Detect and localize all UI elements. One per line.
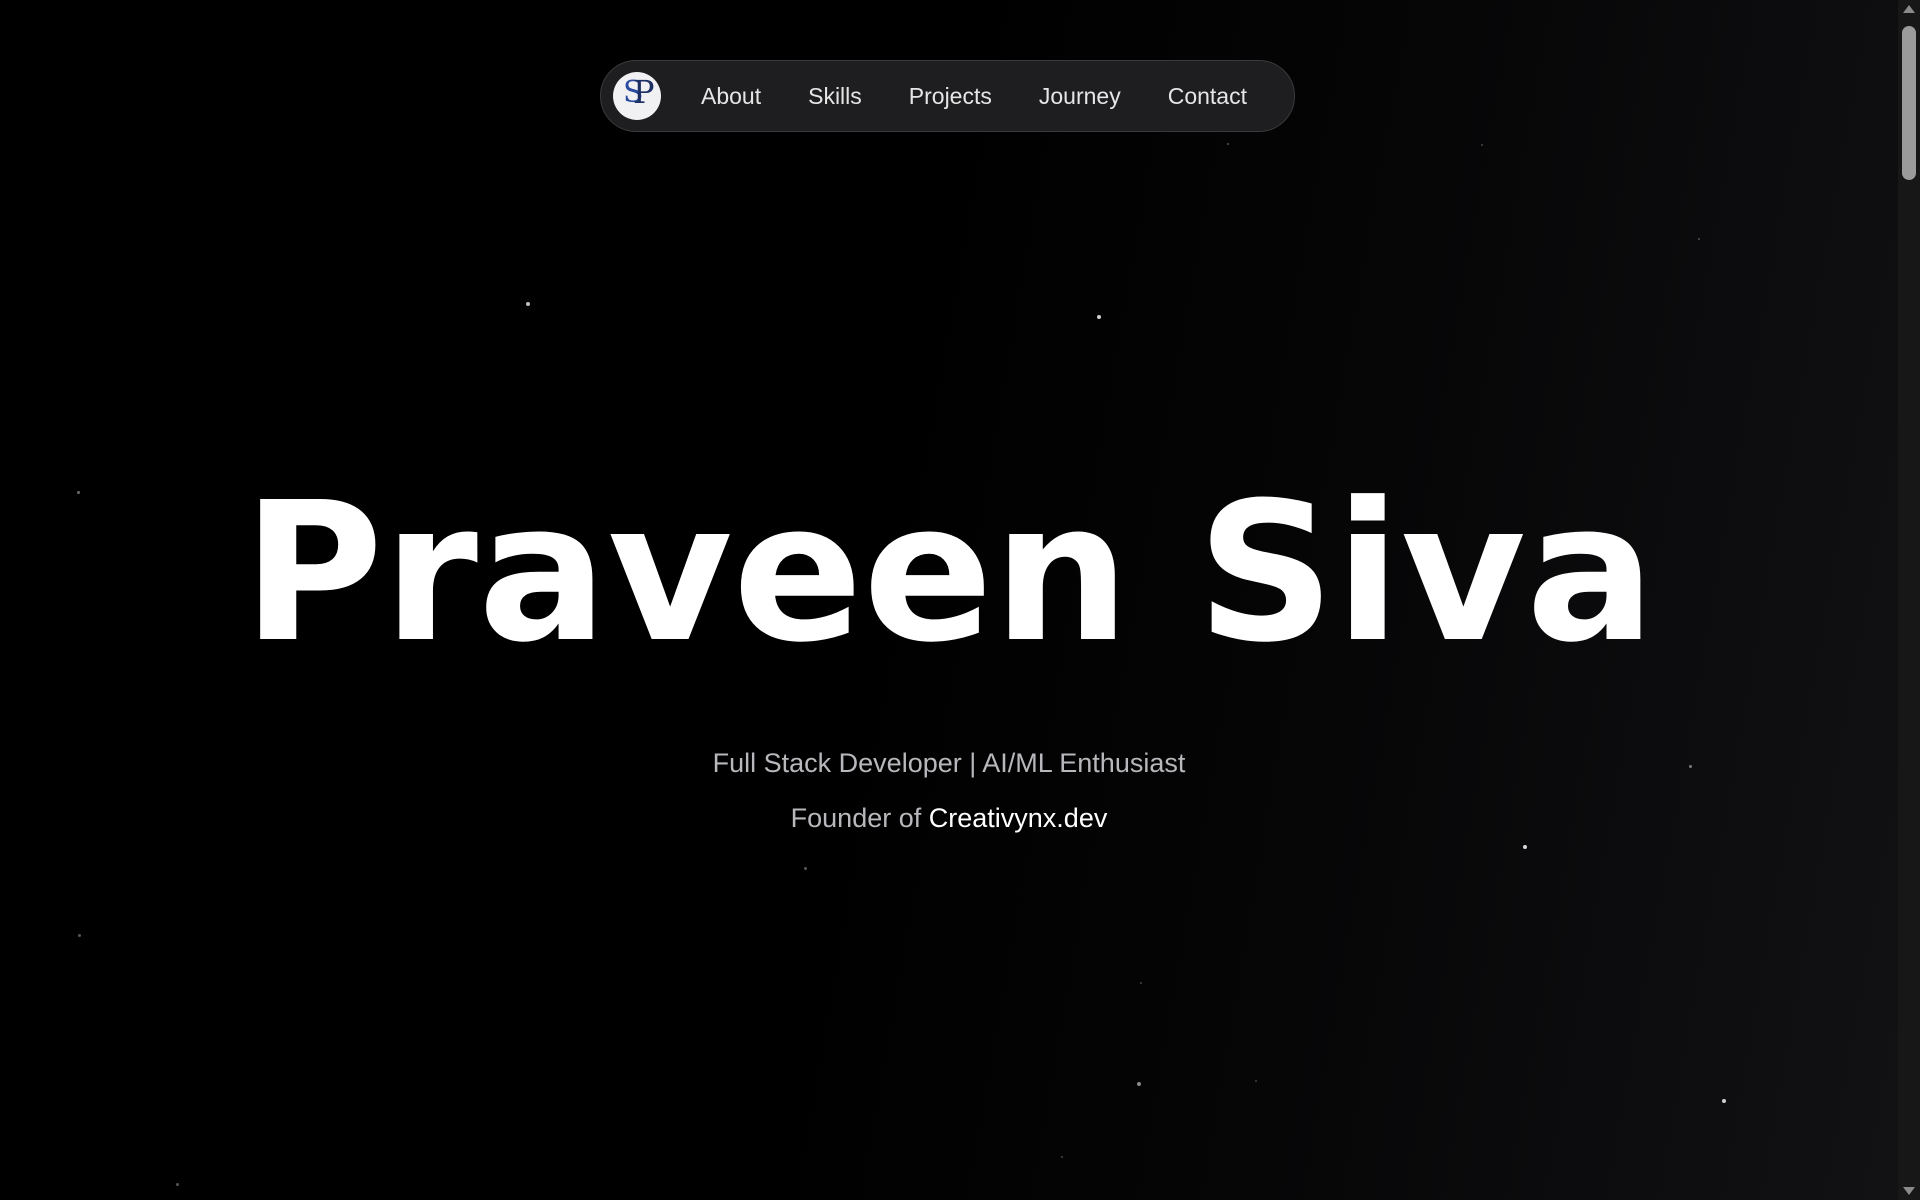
hero-founder-line: Founder of Creativynx.dev [0, 803, 1898, 834]
star [1097, 315, 1101, 319]
nav-link-about[interactable]: About [701, 83, 761, 110]
founder-company-link[interactable]: Creativynx.dev [929, 803, 1108, 833]
founder-prefix: Founder of [790, 803, 922, 833]
star [1523, 845, 1527, 849]
scroll-thumb[interactable] [1902, 26, 1916, 180]
nav-link-journey[interactable]: Journey [1039, 83, 1121, 110]
star [1140, 982, 1142, 984]
star [804, 867, 807, 870]
logo-p-glyph: P [633, 73, 655, 111]
nav-link-skills[interactable]: Skills [808, 83, 862, 110]
star [1698, 238, 1700, 240]
scroll-down-arrow-icon[interactable] [1903, 1187, 1915, 1195]
nav-links: About Skills Projects Journey Contact [701, 83, 1247, 110]
nav-link-projects[interactable]: Projects [909, 83, 992, 110]
nav-link-contact[interactable]: Contact [1168, 83, 1247, 110]
star [526, 302, 530, 306]
star [1481, 144, 1483, 146]
star [1137, 1082, 1141, 1086]
hero-section: S P About Skills Projects Journey Contac… [0, 0, 1898, 1200]
logo-button[interactable]: S P [613, 72, 661, 120]
hero-name: Praveen Siva [242, 462, 1656, 685]
star [176, 1183, 179, 1186]
vertical-scrollbar[interactable] [1898, 0, 1920, 1200]
scroll-up-arrow-icon[interactable] [1903, 5, 1915, 13]
star [1255, 1080, 1257, 1082]
star [1227, 143, 1229, 145]
star [78, 934, 81, 937]
main-nav: S P About Skills Projects Journey Contac… [600, 60, 1295, 132]
star [1722, 1099, 1726, 1103]
hero-tagline: Full Stack Developer | AI/ML Enthusiast [712, 748, 1186, 778]
star [1061, 1156, 1063, 1158]
